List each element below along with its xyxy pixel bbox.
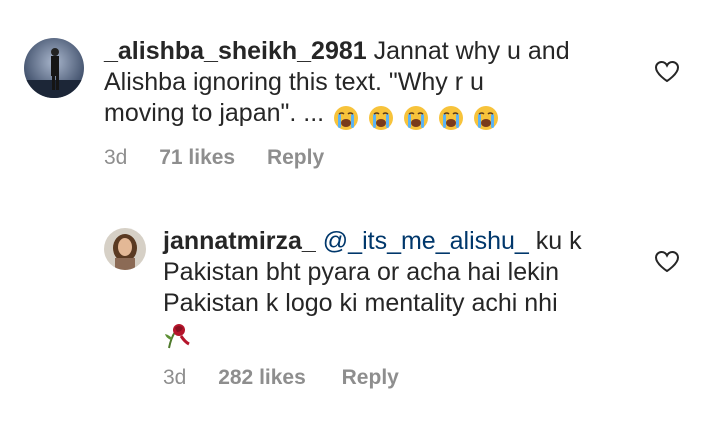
wilted-rose-icon	[165, 324, 190, 349]
comment-body-line3: Pakistan k logo ki mentality achi nhi	[163, 289, 558, 317]
comment-time: 3d	[163, 366, 187, 389]
comment-likes[interactable]: 282 likes	[218, 366, 306, 390]
mention-link[interactable]: @_its_me_alishu_	[323, 227, 529, 255]
comment-text: jannatmirza_ @_its_me_alishu_ ku k Pakis…	[163, 226, 663, 350]
heart-icon[interactable]	[654, 250, 680, 274]
comment-username[interactable]: jannatmirza_	[163, 227, 316, 255]
comment-meta: 3d 282 likes Reply	[163, 366, 399, 390]
comment-body-line1: ku k	[535, 227, 582, 255]
reply-button[interactable]: Reply	[342, 366, 399, 390]
comment-body-line2: Pakistan bht pyara or acha hai lekin	[163, 258, 560, 286]
comment-2: jannatmirza_ @_its_me_alishu_ ku k Pakis…	[0, 0, 720, 427]
avatar[interactable]	[104, 228, 146, 270]
